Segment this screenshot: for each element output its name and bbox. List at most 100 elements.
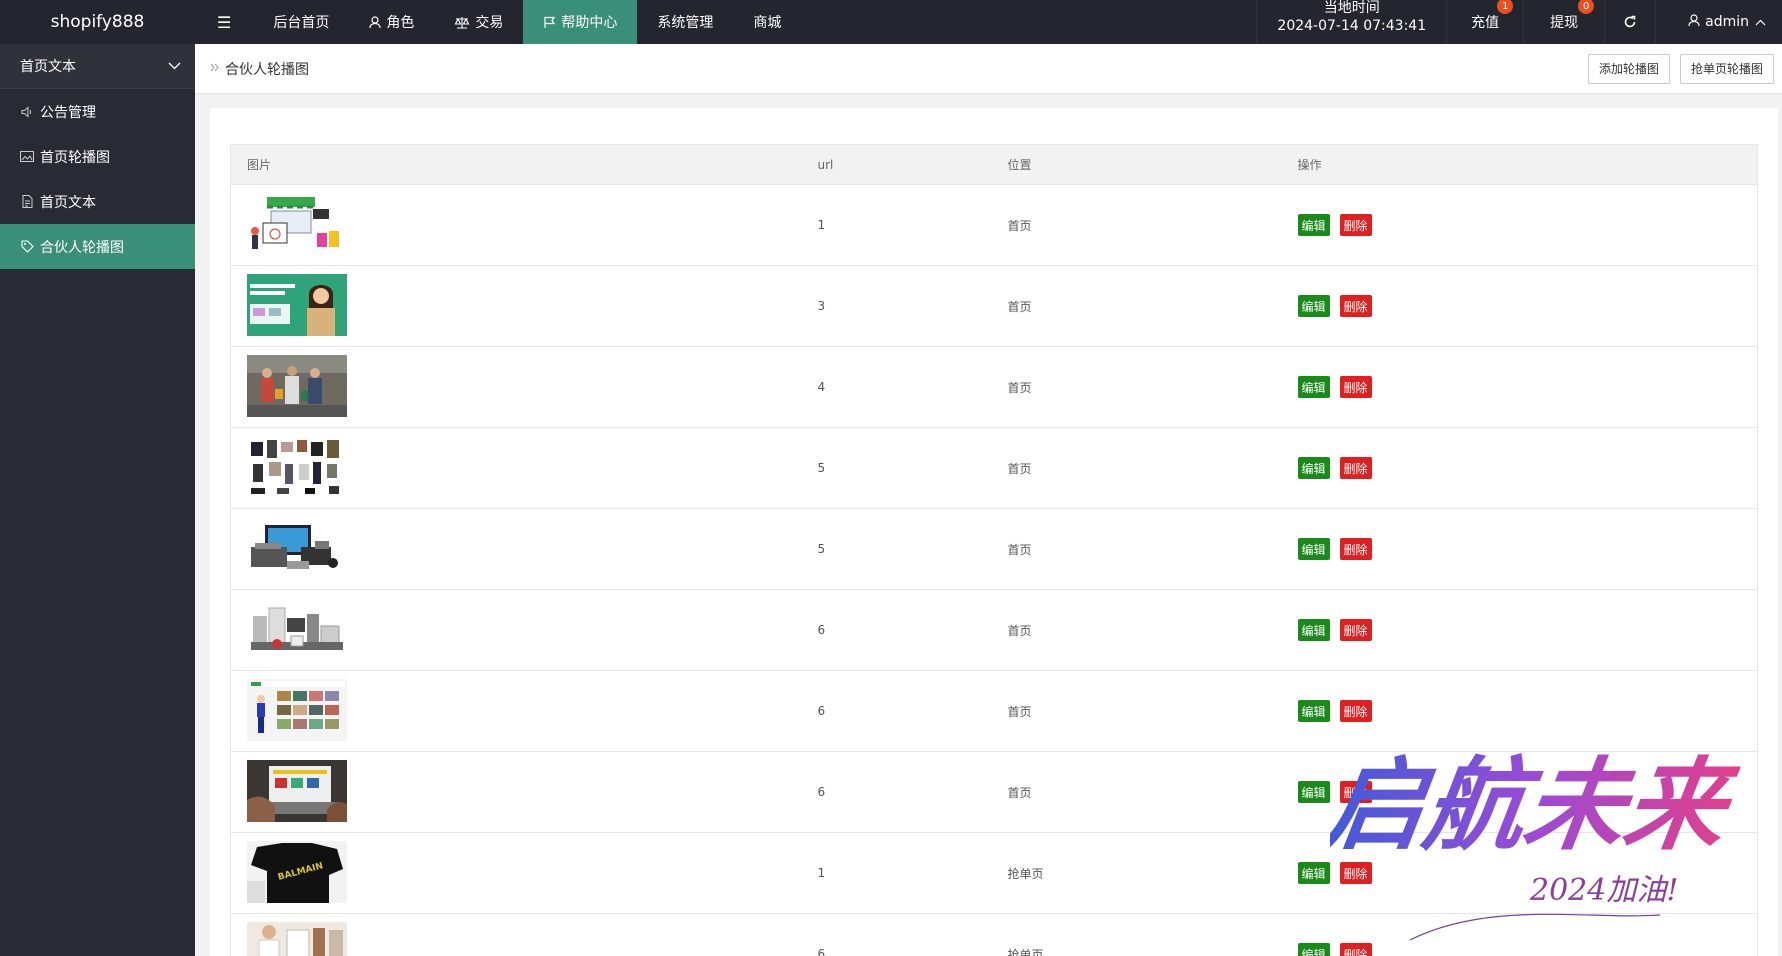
edit-button[interactable]: 编辑 [1297, 781, 1330, 803]
table-row: 3 首页 编辑 删除 [230, 265, 1758, 347]
delete-button[interactable]: 删除 [1339, 457, 1372, 479]
edit-button[interactable]: 编辑 [1297, 943, 1330, 956]
sidebar-group-header[interactable]: 首页文本 [0, 44, 195, 89]
sidebar: 首页文本 公告管理 首页轮播图 首页文本 合伙人轮播图 [0, 44, 195, 956]
edit-button[interactable]: 编辑 [1297, 619, 1330, 641]
carousel-thumbnail [247, 192, 347, 255]
breadcrumb: 合伙人轮播图 [195, 59, 309, 79]
row-position: 首页 [991, 427, 1282, 509]
row-position: 首页 [991, 265, 1282, 347]
table-row: 5 首页 编辑 删除 [230, 427, 1758, 509]
recharge-button[interactable]: 充值 1 [1446, 0, 1523, 44]
delete-button[interactable]: 删除 [1339, 376, 1372, 398]
row-image-cell [230, 265, 802, 347]
breadcrumb-current[interactable]: 合伙人轮播图 [225, 59, 309, 79]
delete-button[interactable]: 删除 [1339, 538, 1372, 560]
nav-mall[interactable]: 商城 [733, 0, 801, 44]
recharge-label: 充值 [1471, 15, 1500, 31]
delete-button[interactable]: 删除 [1339, 943, 1372, 956]
nav-trade[interactable]: 交易 [434, 0, 523, 44]
menu-toggle-icon[interactable]: ☰ [195, 0, 253, 44]
withdraw-label: 提现 [1550, 15, 1579, 31]
table-row: 6 首页 编辑 删除 [230, 751, 1758, 833]
edit-button[interactable]: 编辑 [1297, 214, 1330, 236]
sidebar-item-home-text[interactable]: 首页文本 [0, 179, 195, 224]
row-url: 1 [801, 832, 992, 914]
withdraw-badge: 0 [1578, 0, 1595, 14]
edit-button[interactable]: 编辑 [1297, 295, 1330, 317]
row-image-cell [230, 589, 802, 671]
refresh-icon[interactable] [1604, 0, 1655, 44]
nav-dashboard[interactable]: 后台首页 [253, 0, 349, 44]
add-carousel-button[interactable]: 添加轮播图 [1587, 53, 1670, 84]
image-icon [20, 151, 34, 162]
table-row: 1 首页 编辑 删除 [230, 184, 1758, 266]
row-ops: 编辑 删除 [1281, 184, 1758, 266]
carousel-table: 图片 url 位置 操作 1 首页 编辑 删除 3 首页 编辑 删除 4 首页 编辑 删除 5 首页 编辑删… [230, 144, 1758, 956]
nav-roles[interactable]: 角色 [349, 0, 434, 44]
delete-button[interactable]: 删除 [1339, 619, 1372, 641]
nav-trade-label: 交易 [475, 15, 504, 31]
carousel-thumbnail [247, 354, 347, 417]
chevron-down-icon [168, 58, 181, 74]
nav-help-center-label: 帮助中心 [561, 15, 618, 31]
row-position: 首页 [991, 670, 1282, 752]
row-position: 首页 [991, 346, 1282, 428]
top-right-area: 当地时间 2024-07-14 07:43:41 充值 1 提现 0 admin [1256, 0, 1782, 44]
withdraw-button[interactable]: 提现 0 [1523, 0, 1604, 44]
row-ops: 编辑 删除 [1281, 508, 1758, 590]
carousel-thumbnail [247, 759, 347, 822]
carousel-thumbnail [247, 921, 347, 956]
table-row: 4 首页 编辑 删除 [230, 346, 1758, 428]
row-url: 6 [801, 751, 992, 833]
sidebar-item-label: 合伙人轮播图 [40, 239, 124, 256]
row-image-cell: BALMAIN [230, 832, 802, 914]
row-image-cell [230, 346, 802, 428]
flag-icon [543, 16, 556, 29]
delete-button[interactable]: 删除 [1339, 214, 1372, 236]
row-image-cell [230, 508, 802, 590]
sidebar-item-label: 公告管理 [40, 104, 96, 121]
row-ops: 编辑 删除 [1281, 265, 1758, 347]
row-ops: 编辑 删除 [1281, 346, 1758, 428]
tag-icon [20, 240, 34, 253]
row-ops: 编辑 删除 [1281, 751, 1758, 833]
app-logo[interactable]: shopify888 [0, 0, 195, 44]
delete-button[interactable]: 删除 [1339, 700, 1372, 722]
delete-button[interactable]: 删除 [1339, 781, 1372, 803]
carousel-thumbnail: BALMAIN [247, 840, 347, 903]
table-row: 6 首页 编辑 删除 [230, 589, 1758, 671]
top-bar: shopify888 ☰ 后台首页 角色 交易 帮助中心 系统管理 商城 当地时… [0, 0, 1782, 44]
edit-button[interactable]: 编辑 [1297, 700, 1330, 722]
sidebar-item-label: 首页轮播图 [40, 149, 110, 166]
edit-button[interactable]: 编辑 [1297, 376, 1330, 398]
edit-button[interactable]: 编辑 [1297, 457, 1330, 479]
user-menu[interactable]: admin [1655, 0, 1782, 44]
user-icon [1688, 13, 1700, 31]
carousel-thumbnail [247, 273, 347, 336]
sidebar-item-partner-carousel[interactable]: 合伙人轮播图 [0, 224, 195, 269]
edit-button[interactable]: 编辑 [1297, 538, 1330, 560]
row-url: 4 [801, 346, 992, 428]
nav-system[interactable]: 系统管理 [637, 0, 733, 44]
page-actions: 添加轮播图 抢单页轮播图 [1587, 53, 1782, 84]
row-ops: 编辑 删除 [1281, 427, 1758, 509]
row-url: 6 [801, 913, 992, 956]
delete-button[interactable]: 删除 [1339, 295, 1372, 317]
delete-button[interactable]: 删除 [1339, 862, 1372, 884]
header-url: url [801, 144, 992, 185]
sidebar-group-label: 首页文本 [20, 59, 76, 75]
double-chevron-right-icon [210, 61, 219, 76]
carousel-thumbnail [247, 516, 347, 579]
row-image-cell [230, 751, 802, 833]
nav-roles-label: 角色 [386, 15, 415, 31]
edit-button[interactable]: 编辑 [1297, 862, 1330, 884]
breadcrumb-bar: 合伙人轮播图 添加轮播图 抢单页轮播图 [195, 44, 1782, 94]
local-time-value: 2024-07-14 07:43:41 [1277, 18, 1427, 34]
document-icon [20, 195, 34, 208]
sidebar-item-home-carousel[interactable]: 首页轮播图 [0, 134, 195, 179]
grab-page-carousel-button[interactable]: 抢单页轮播图 [1679, 53, 1774, 84]
sidebar-item-announcements[interactable]: 公告管理 [0, 89, 195, 134]
nav-help-center[interactable]: 帮助中心 [523, 0, 638, 44]
row-ops: 编辑 删除 [1281, 832, 1758, 914]
